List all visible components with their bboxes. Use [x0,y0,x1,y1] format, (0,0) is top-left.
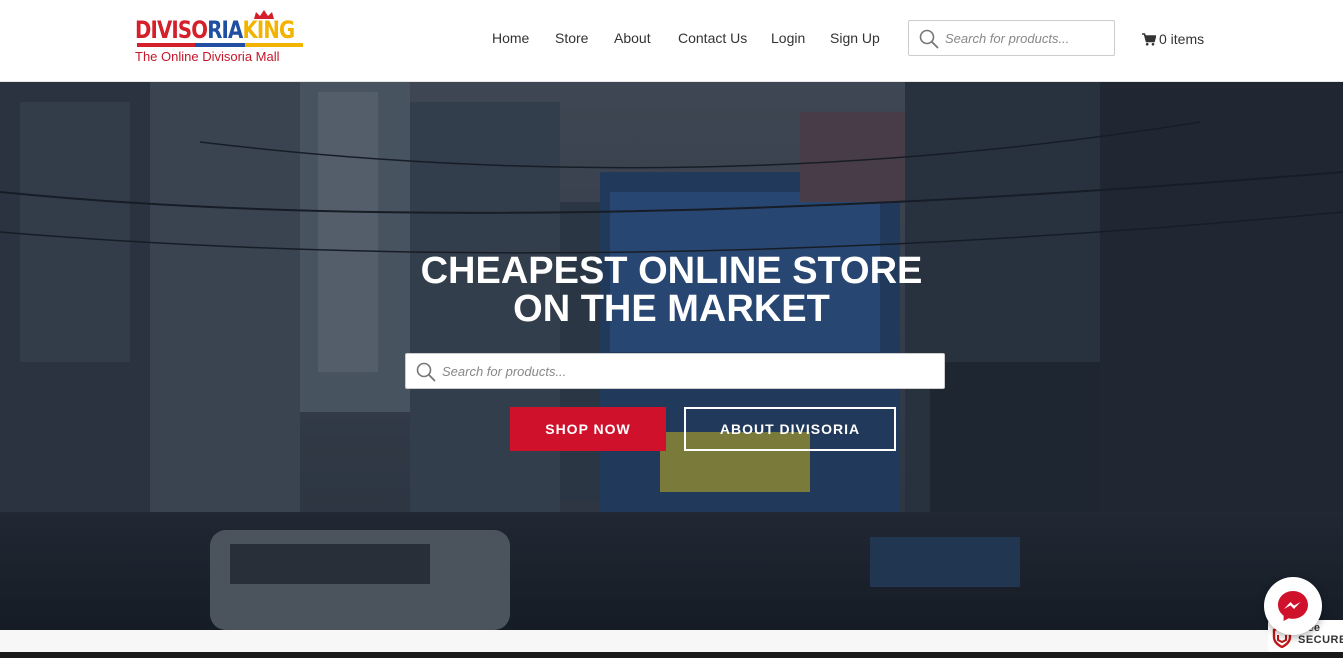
hero-headline: CHEAPEST ONLINE STORE ON THE MARKET [0,252,1343,328]
bottom-bar [0,652,1343,658]
logo-part-2: RIA [207,16,243,44]
nav-contact-us[interactable]: Contact Us [678,29,747,47]
logo-tagline: The Online Divisoria Mall [135,49,280,64]
hero-section: CHEAPEST ONLINE STORE ON THE MARKET SHOP… [0,82,1343,630]
headline-rest-1: ONLINE STORE [627,250,923,292]
headline-rest-2: ON THE [513,288,668,330]
nav-about[interactable]: About [614,29,651,47]
logo[interactable]: DIVISORIAKING The Online Divisoria Mall [135,10,310,66]
hero-search [405,353,945,389]
headline-bold-1: CHEAPEST [420,250,628,292]
cart-link[interactable]: 0 items [1142,30,1204,48]
nav-sign-up[interactable]: Sign Up [830,29,880,47]
content-area [0,630,1343,652]
messenger-chat-button[interactable] [1264,577,1322,635]
logo-part-3: KING [242,16,295,44]
search-icon[interactable] [416,362,436,382]
logo-wordmark: DIVISORIAKING [135,16,295,44]
nav-login[interactable]: Login [771,29,805,47]
cart-count: 0 items [1159,31,1205,47]
hero-search-input[interactable] [442,354,937,388]
logo-stripe [137,43,303,47]
headline-bold-2: MARKET [667,288,830,330]
cart-icon [1142,32,1156,45]
messenger-icon [1278,591,1308,621]
nav-home[interactable]: Home [492,29,529,47]
nav-store[interactable]: Store [555,29,588,47]
about-divisoria-button[interactable]: ABOUT DIVISORIA [684,407,896,451]
headline-line-1: CHEAPEST ONLINE STORE [0,252,1343,290]
mcafee-secure-label: SECURE [1298,634,1343,646]
shop-now-button[interactable]: SHOP NOW [510,407,666,451]
site-header: DIVISORIAKING The Online Divisoria Mall … [0,0,1343,82]
logo-part-1: DIVISO [135,16,208,44]
headline-line-2: ON THE MARKET [0,290,1343,328]
search-icon[interactable] [919,29,939,49]
header-search-input[interactable] [945,21,1110,55]
header-search [908,20,1115,56]
